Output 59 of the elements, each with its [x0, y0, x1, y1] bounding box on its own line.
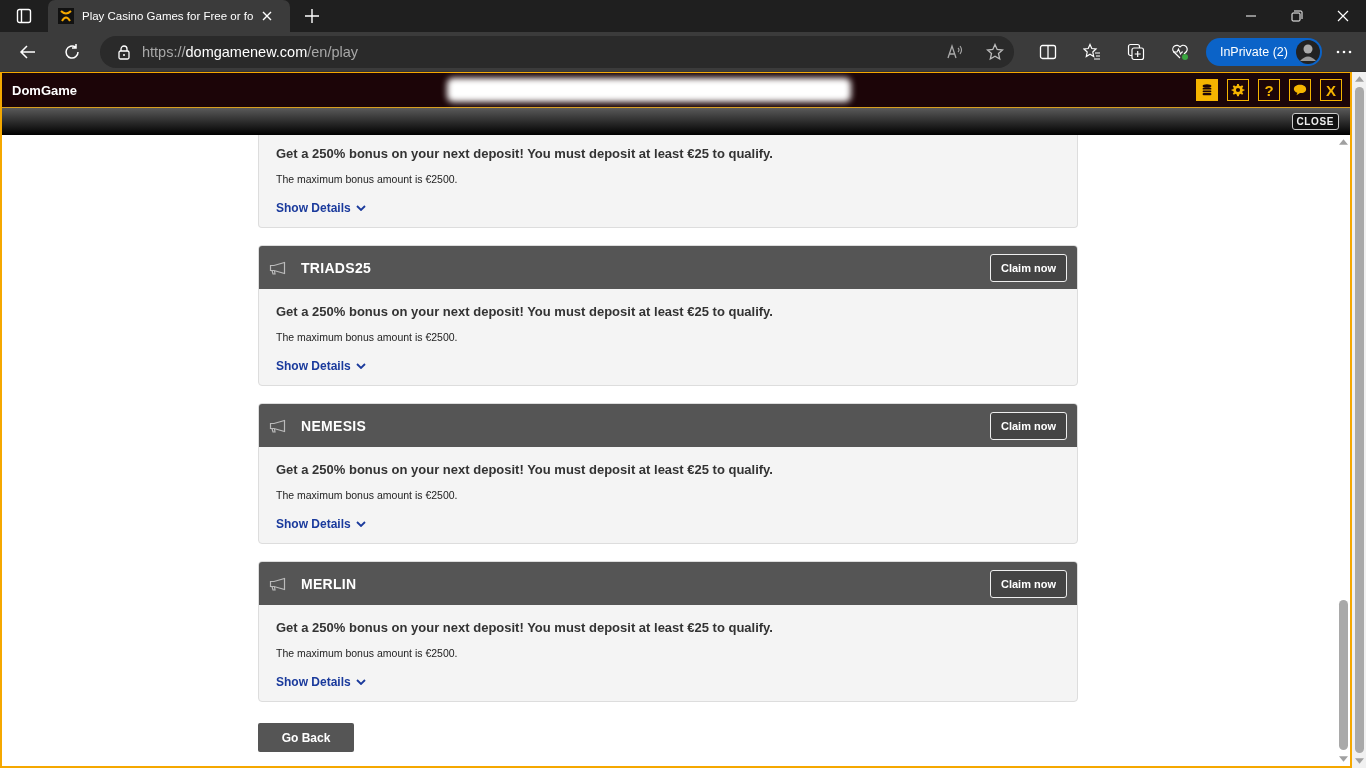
- claim-button[interactable]: Claim now: [990, 569, 1067, 598]
- header-button[interactable]: ?: [1258, 79, 1280, 101]
- refresh-icon[interactable]: [63, 42, 81, 61]
- bonus-headline: Get a 250% bonus on your next deposit! You must deposit at least €25 to qualify.: [276, 620, 773, 635]
- chevron-down-icon: [355, 363, 366, 369]
- health-icon[interactable]: [1170, 42, 1189, 61]
- bonus-headline: Get a 250% bonus on your next deposit! You must deposit at least €25 to qualify.: [276, 304, 773, 319]
- show-details-link[interactable]: Show Details: [276, 517, 366, 531]
- show-details-link[interactable]: Show Details: [276, 201, 366, 215]
- chevron-down-icon: [355, 205, 366, 211]
- header-button[interactable]: X: [1320, 79, 1342, 101]
- lock-icon: [116, 43, 132, 60]
- close-icon[interactable]: [261, 10, 274, 22]
- coins-button[interactable]: [1196, 79, 1218, 101]
- claim-button[interactable]: Claim now: [990, 411, 1067, 440]
- promo-code: MERLIN: [301, 575, 357, 592]
- search-field[interactable]: [447, 78, 852, 102]
- bonus-note: The maximum bonus amount is €2500.: [276, 173, 458, 185]
- back-icon[interactable]: [19, 42, 37, 61]
- inprivate-button[interactable]: InPrivate (2): [1205, 37, 1322, 66]
- favorites-icon[interactable]: [1082, 42, 1101, 61]
- scrollbar[interactable]: [1352, 72, 1366, 768]
- address-field[interactable]: https://domgamenew.com/en/play: [100, 35, 1014, 68]
- promo-code: NEMESIS: [301, 417, 367, 434]
- star-icon[interactable]: [985, 42, 1004, 61]
- read-aloud-icon[interactable]: [945, 42, 964, 61]
- go-back-button[interactable]: Go Back: [258, 723, 354, 752]
- scrollbar-thumb[interactable]: [1338, 600, 1348, 750]
- chat-button[interactable]: [1289, 79, 1311, 101]
- favicon-icon: [58, 8, 74, 24]
- tab-title: Play Casino Games for Free or fo: [82, 10, 254, 22]
- new-tab-icon[interactable]: [304, 8, 320, 24]
- settings-icon: [1231, 83, 1245, 97]
- browser-tab[interactable]: Play Casino Games for Free or fo: [48, 0, 290, 32]
- chevron-down-icon: [355, 679, 366, 685]
- url-text: https://domgamenew.com/en/play: [142, 43, 359, 60]
- scroll-up-icon[interactable]: [1338, 139, 1348, 145]
- coin-stack-icon: [1200, 83, 1214, 97]
- chevron-down-icon: [355, 521, 366, 527]
- avatar-icon: [1296, 39, 1320, 64]
- promo-code: TRIADS25: [301, 259, 372, 276]
- chat-icon: [1293, 83, 1307, 97]
- bonus-note: The maximum bonus amount is €2500.: [276, 331, 458, 343]
- close-button[interactable]: CLOSE: [1291, 113, 1339, 130]
- split-screen-icon[interactable]: [1038, 42, 1057, 61]
- claim-button[interactable]: Claim now: [990, 253, 1067, 282]
- restore-icon[interactable]: [1291, 10, 1303, 22]
- bonus-note: The maximum bonus amount is €2500.: [276, 489, 458, 501]
- bonus-note: The maximum bonus amount is €2500.: [276, 647, 458, 659]
- close-icon[interactable]: [1337, 10, 1349, 22]
- tab-actions-icon[interactable]: [16, 8, 32, 24]
- site-logo-text[interactable]: DomGame: [12, 82, 78, 98]
- show-details-link[interactable]: Show Details: [276, 675, 366, 689]
- collections-icon[interactable]: [1126, 42, 1145, 61]
- scrollbar-thumb[interactable]: [1354, 87, 1364, 753]
- settings-button[interactable]: [1227, 79, 1249, 101]
- bonus-headline: Get a 250% bonus on your next deposit! You must deposit at least €25 to qualify.: [276, 462, 773, 477]
- bonus-headline: Get a 250% bonus on your next deposit! You must deposit at least €25 to qualify.: [276, 146, 773, 161]
- show-details-link[interactable]: Show Details: [276, 359, 366, 373]
